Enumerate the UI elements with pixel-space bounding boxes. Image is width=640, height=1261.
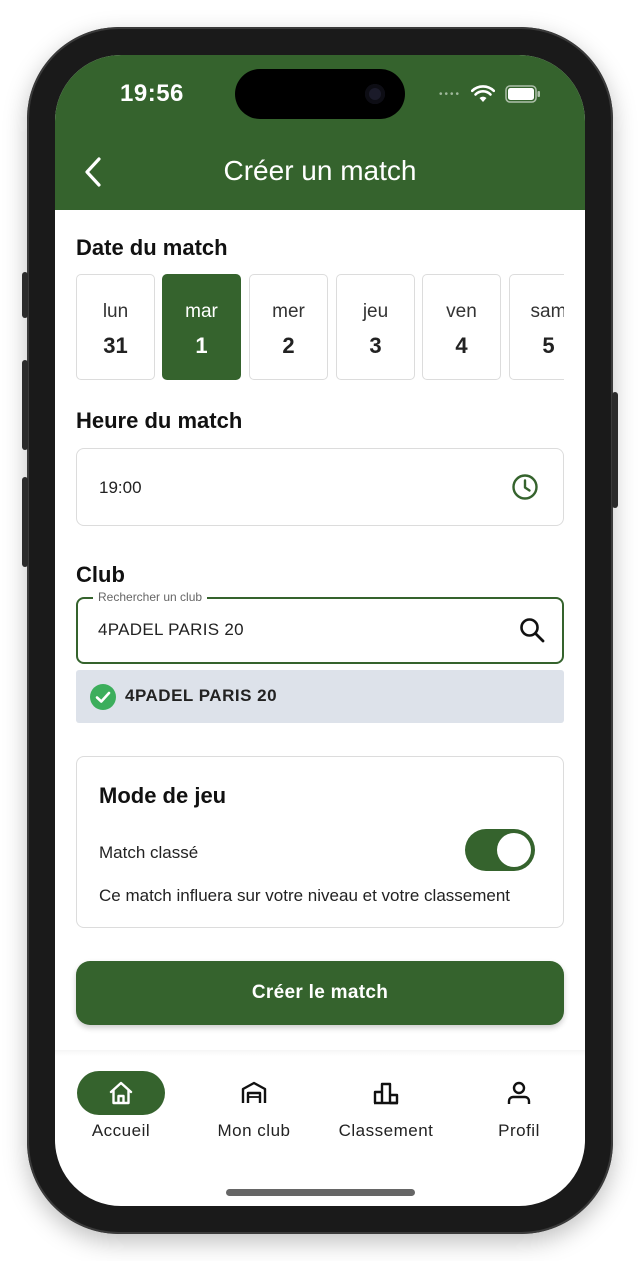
signal-dots: •••• [438, 88, 461, 100]
date-cell-number: 2 [282, 333, 295, 358]
date-cell-number: 3 [369, 333, 382, 358]
date-cell-day: mer [272, 301, 305, 322]
status-indicators: •••• [439, 85, 541, 103]
date-section-title: Date du match [76, 235, 228, 260]
date-cell-ven[interactable]: ven 4 [422, 274, 501, 380]
side-button-action [22, 272, 28, 318]
nav-item-profil[interactable]: Profil [453, 1071, 585, 1151]
date-cell-mar[interactable]: mar 1 [162, 274, 241, 380]
nav-label: Mon club [217, 1121, 291, 1140]
nav-item-mon-club[interactable]: Mon club [188, 1071, 320, 1151]
status-time: 19:56 [120, 80, 184, 107]
check-circle-icon [90, 684, 116, 710]
camera-icon [365, 84, 385, 104]
page-title: Créer un match [223, 155, 417, 186]
date-cell-number: 5 [542, 333, 555, 358]
search-icon[interactable] [518, 616, 546, 644]
club-search-field[interactable]: Rechercher un club [76, 590, 564, 664]
home-indicator[interactable] [226, 1189, 415, 1196]
date-cell-sam[interactable]: sam 5 [509, 274, 564, 380]
date-picker-row[interactable]: lun 31 mar 1 mer 2 jeu 3 ven 4 sam 5 [76, 274, 564, 382]
wifi-icon [471, 85, 495, 102]
app-header: 19:56 •••• Créer un match [55, 55, 585, 210]
date-cell-day: sam [530, 301, 564, 322]
battery-icon [505, 85, 540, 103]
ranked-match-label: Match classé [99, 843, 199, 862]
nav-item-accueil[interactable]: Accueil [55, 1071, 187, 1151]
create-match-button[interactable]: Créer le match [76, 961, 564, 1025]
date-cell-jeu[interactable]: jeu 3 [336, 274, 415, 380]
nav-label: Profil [498, 1121, 540, 1140]
club-icon [241, 1081, 267, 1103]
time-section-title: Heure du match [76, 408, 243, 433]
home-icon [109, 1081, 133, 1105]
bottom-nav-divider [55, 1050, 585, 1056]
game-mode-title: Mode de jeu [99, 783, 227, 808]
clock-icon[interactable] [511, 473, 539, 501]
dynamic-island [235, 69, 405, 119]
profile-icon [507, 1081, 531, 1104]
nav-label: Accueil [91, 1121, 151, 1140]
side-button-volume-down [22, 477, 28, 567]
side-button-volume-up [22, 360, 28, 450]
nav-item-classement[interactable]: Classement [320, 1071, 452, 1151]
date-cell-lun[interactable]: lun 31 [76, 274, 155, 380]
club-result-item[interactable]: 4PADEL PARIS 20 [76, 670, 564, 723]
date-cell-number: 31 [103, 333, 128, 358]
date-cell-day: jeu [362, 301, 389, 322]
game-mode-description: Ce match influera sur votre niveau et vo… [99, 886, 511, 905]
club-search-input[interactable] [98, 613, 498, 647]
ranking-icon [373, 1082, 399, 1105]
date-cell-number: 1 [195, 333, 208, 358]
nav-label: Classement [338, 1121, 434, 1140]
toggle-knob [497, 833, 531, 867]
club-search-label: Rechercher un club [93, 590, 208, 604]
club-result-name: 4PADEL PARIS 20 [125, 686, 278, 705]
date-cell-day: lun [102, 301, 129, 322]
date-cell-day: ven [446, 301, 477, 322]
time-picker-field[interactable]: 19:00 [76, 448, 564, 526]
date-cell-day: mar [185, 301, 218, 322]
app-screen: 19:56 •••• Créer un match Date du match … [55, 55, 585, 1206]
club-section-title: Club [76, 562, 125, 587]
side-button-power [612, 392, 618, 508]
time-value: 19:00 [99, 478, 142, 497]
game-mode-card: Mode de jeu Match classé Ce match influe… [76, 756, 564, 928]
date-cell-number: 4 [455, 333, 468, 358]
date-cell-mer[interactable]: mer 2 [249, 274, 328, 380]
ranked-match-toggle[interactable] [465, 829, 535, 871]
